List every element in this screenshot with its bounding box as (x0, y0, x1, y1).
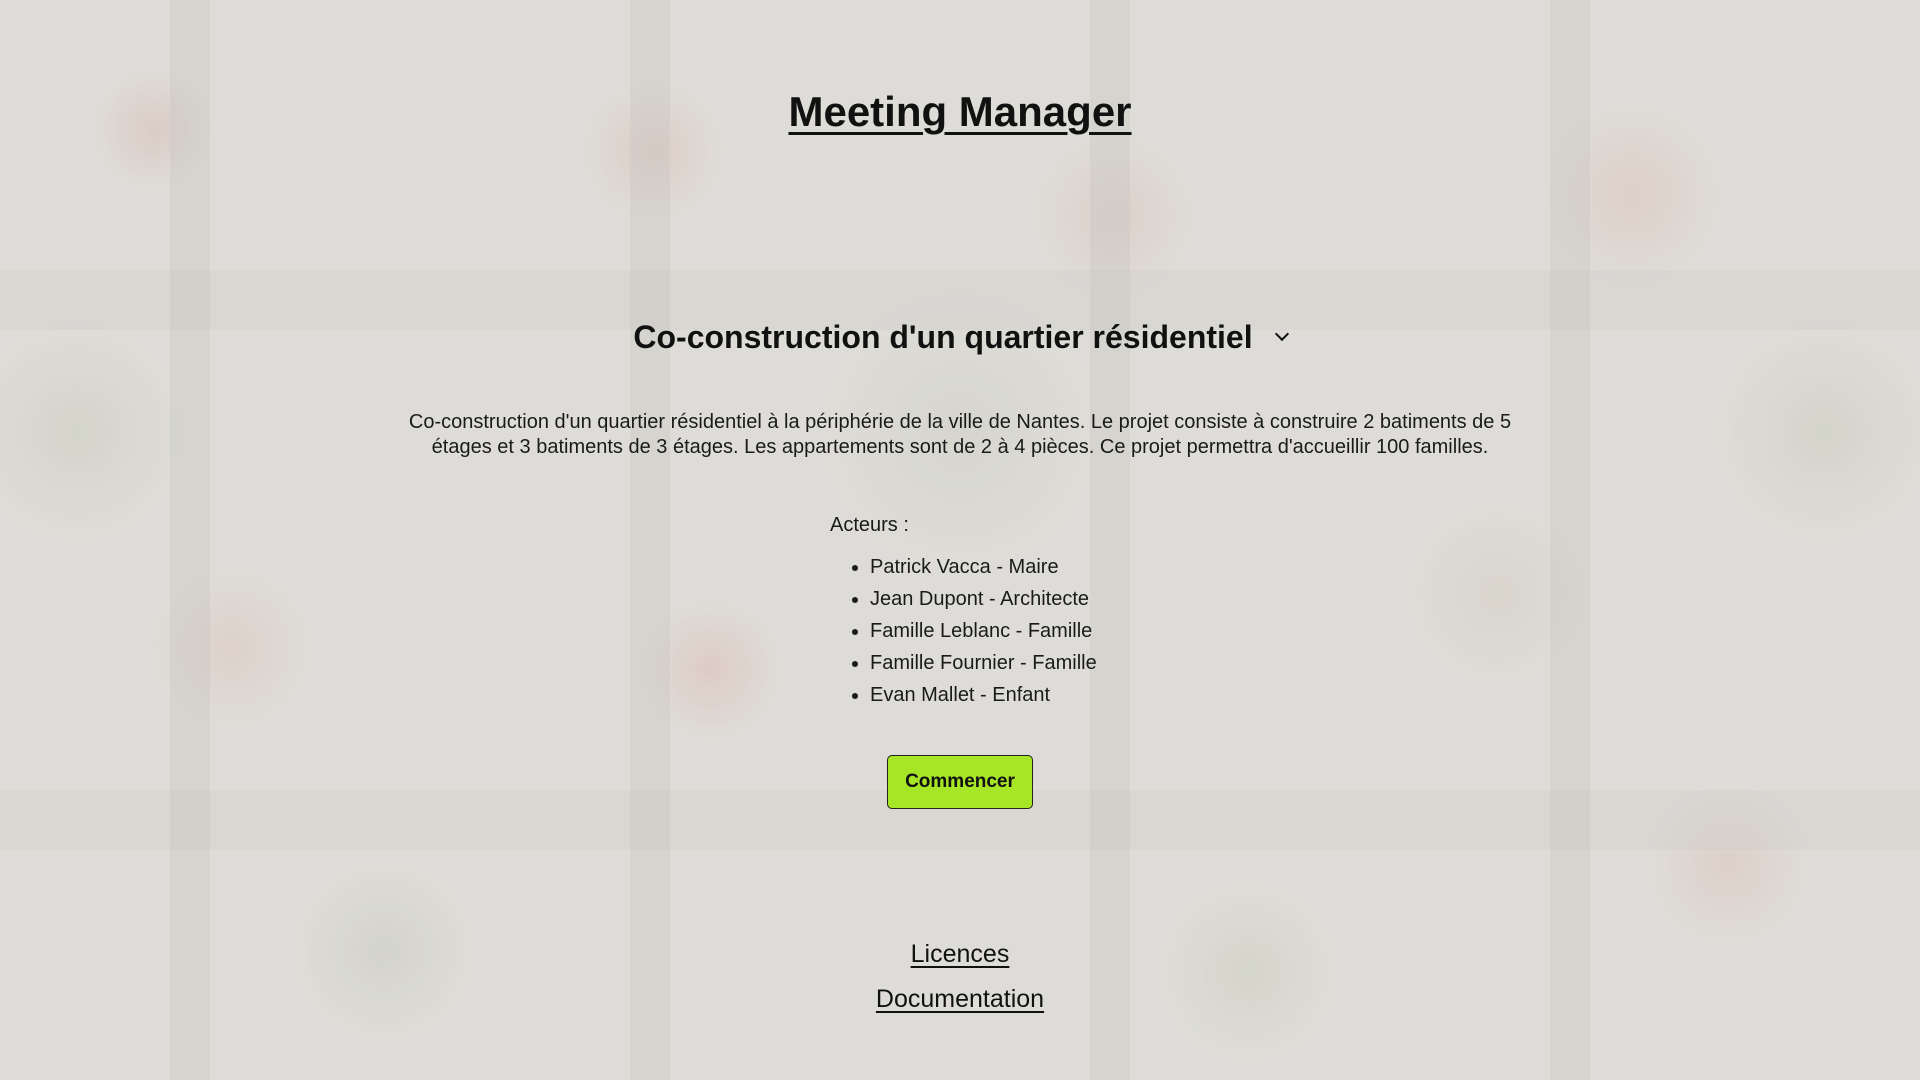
app-title: Meeting Manager (788, 88, 1132, 135)
documentation-link[interactable]: Documentation (0, 985, 1920, 1014)
licences-link[interactable]: Licences (0, 940, 1920, 969)
actor-item: Evan Mallet - Enfant (870, 679, 1097, 711)
project-description: Co-construction d'un quartier résidentie… (408, 411, 1512, 458)
background-aerial-image: Meeting Manager Co-construction d'un qua… (0, 0, 1920, 1080)
project-title: Co-construction d'un quartier résidentie… (633, 318, 1253, 355)
actors-list: Patrick Vacca - Maire Jean Dupont - Arch… (830, 551, 1097, 711)
actor-item: Famille Leblanc - Famille (870, 615, 1097, 647)
chevron-down-icon[interactable] (1274, 326, 1289, 342)
actor-item: Famille Fournier - Famille (870, 647, 1097, 679)
actors-section: Acteurs : Patrick Vacca - Maire Jean Dup… (830, 514, 1097, 711)
start-button[interactable]: Commencer (887, 755, 1033, 809)
project-selector[interactable]: Co-construction d'un quartier résidentie… (560, 312, 1360, 362)
actor-item: Patrick Vacca - Maire (870, 551, 1097, 583)
actors-label: Acteurs : (830, 514, 909, 536)
actor-item: Jean Dupont - Architecte (870, 583, 1097, 615)
